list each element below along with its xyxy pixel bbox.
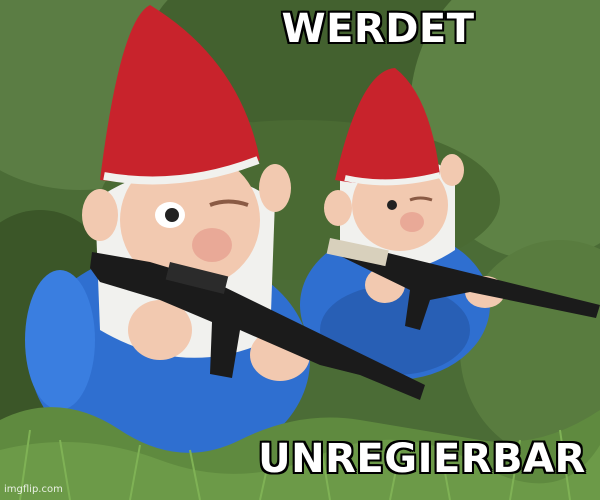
watermark: imgflip.com	[4, 484, 63, 495]
top-caption: WERDET	[281, 6, 475, 52]
bottom-caption: UNREGIERBAR	[258, 436, 586, 482]
meme-image: WERDET UNREGIERBAR imgflip.com	[0, 0, 600, 500]
gnome-scene-illustration	[0, 0, 600, 500]
